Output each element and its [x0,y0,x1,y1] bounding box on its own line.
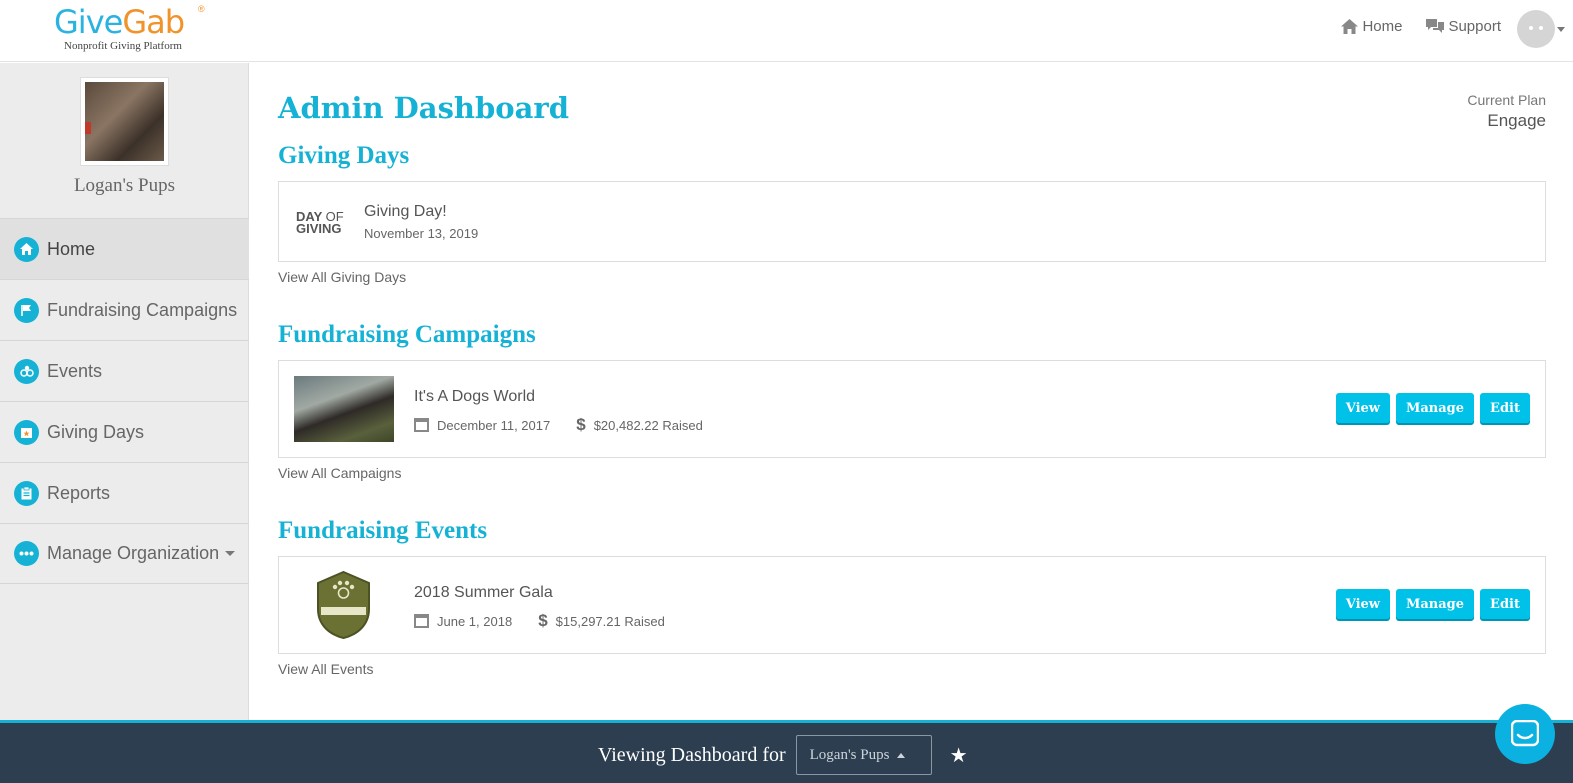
dollar-icon: $ [576,415,586,434]
top-nav: Home Support [1341,18,1501,35]
event-edit-button[interactable]: Edit [1480,589,1530,619]
caret-down-icon [225,551,236,556]
calendar-icon [414,418,429,432]
calendar-icon [414,614,429,628]
givegab-logo[interactable]: GiveGab ® Nonprofit Giving Platform [54,4,214,54]
campaign-meta: December 11, 2017 $ $20,482.22 Raised [414,415,703,435]
event-title[interactable]: 2018 Summer Gala [414,584,553,602]
top-nav-home-label: Home [1362,18,1403,35]
event-view-button[interactable]: View [1335,589,1390,619]
calendar-star-icon [14,419,39,445]
top-nav-support-label: Support [1448,18,1501,35]
current-plan-label: Current Plan [1467,92,1546,108]
top-nav-home-link[interactable]: Home [1341,18,1402,35]
chevron-down-icon [1557,26,1565,32]
chat-bubbles-icon [1426,19,1445,33]
logo-tagline: Nonprofit Giving Platform [64,40,182,52]
campaign-view-button[interactable]: View [1335,393,1390,423]
home-icon [1341,19,1359,34]
logo-registered-mark: ® [198,4,205,14]
view-all-events-link[interactable]: View All Events [278,661,373,677]
viewing-dashboard-label: Viewing Dashboard for [598,743,786,766]
sidebar-item-events[interactable]: Events [0,340,249,401]
avatar [1517,10,1555,48]
caret-up-icon [897,752,906,758]
event-meta: June 1, 2018 $ $15,297.21 Raised [414,611,665,631]
campaign-title[interactable]: It's A Dogs World [414,388,535,406]
chat-icon [1511,720,1539,747]
campaign-manage-button[interactable]: Manage [1395,393,1475,423]
sidebar-item-label: Home [47,238,96,259]
dashboard-switcher: Viewing Dashboard for Logan's Pups ★ [598,735,968,775]
star-icon[interactable]: ★ [950,743,968,768]
clipboard-icon [14,480,39,506]
home-icon [14,236,39,262]
giving-day-title[interactable]: Giving Day! [364,203,447,221]
sidebar-item-fundraising-campaigns[interactable]: Fundraising Campaigns [0,279,249,340]
gala-badge-icon[interactable] [316,571,371,639]
org-avatar[interactable] [80,77,169,166]
sidebar-item-label: Fundraising Campaigns [47,299,238,320]
day-of-giving-logo: DAY OF GIVING [296,209,344,236]
event-date: June 1, 2018 [437,613,513,629]
campaign-actions: View Manage Edit [1335,393,1530,423]
giving-days-heading: Giving Days [278,142,410,169]
campaign-date: December 11, 2017 [437,417,551,433]
sidebar-item-manage-organization[interactable]: Manage Organization [0,523,249,584]
sidebar-item-label: Manage Organization [47,543,220,563]
sidebar-item-label: Reports [47,482,111,503]
event-raised: $15,297.21 Raised [555,613,665,629]
sidebar-menu: Home Fundraising Campaigns Events Giving… [0,218,249,584]
event-actions: View Manage Edit [1335,589,1530,619]
sidebar-item-giving-days[interactable]: Giving Days [0,401,249,462]
campaign-card: It's A Dogs World December 11, 2017 $ $2… [278,360,1546,458]
more-icon [14,541,39,566]
people-icon [14,358,39,384]
campaign-thumbnail[interactable] [294,376,394,442]
user-menu[interactable] [1517,10,1565,48]
giving-day-card[interactable]: DAY OF GIVING Giving Day! November 13, 2… [278,181,1546,262]
fundraising-events-heading: Fundraising Events [278,517,488,544]
org-name: Logan's Pups [73,175,176,196]
view-all-giving-days-link[interactable]: View All Giving Days [278,269,406,285]
event-manage-button[interactable]: Manage [1395,589,1475,619]
top-nav-support-link[interactable]: Support [1426,18,1501,35]
dollar-icon: $ [538,611,548,630]
org-select-dropdown[interactable]: Logan's Pups [795,735,932,775]
dog-photo [85,82,164,161]
campaign-edit-button[interactable]: Edit [1480,393,1530,423]
campaign-raised: $20,482.22 Raised [593,417,703,433]
current-plan: Current Plan Engage [1467,92,1546,131]
sidebar-item-label: Giving Days [47,421,145,442]
org-select-value: Logan's Pups [809,746,890,763]
event-card: 2018 Summer Gala June 1, 2018 $ $15,297.… [278,556,1546,654]
fundraising-campaigns-heading: Fundraising Campaigns [278,321,536,348]
dashboard-switcher-bar: Viewing Dashboard for Logan's Pups ★ [0,720,1573,783]
page-title: Admin Dashboard [278,91,569,125]
sidebar-item-home[interactable]: Home [0,218,249,279]
sidebar-item-label: Events [47,360,103,381]
logo-wordmark: GiveGab [54,3,185,41]
chat-launcher-button[interactable] [1495,704,1555,764]
view-all-campaigns-link[interactable]: View All Campaigns [278,465,401,481]
flag-icon [14,297,39,323]
giving-day-date: November 13, 2019 [364,226,479,241]
sidebar-item-reports[interactable]: Reports [0,462,249,523]
sidebar: Logan's Pups Home Fundraising Campaigns … [0,63,249,720]
current-plan-value: Engage [1487,111,1546,130]
top-header: GiveGab ® Nonprofit Giving Platform Home… [0,0,1573,62]
